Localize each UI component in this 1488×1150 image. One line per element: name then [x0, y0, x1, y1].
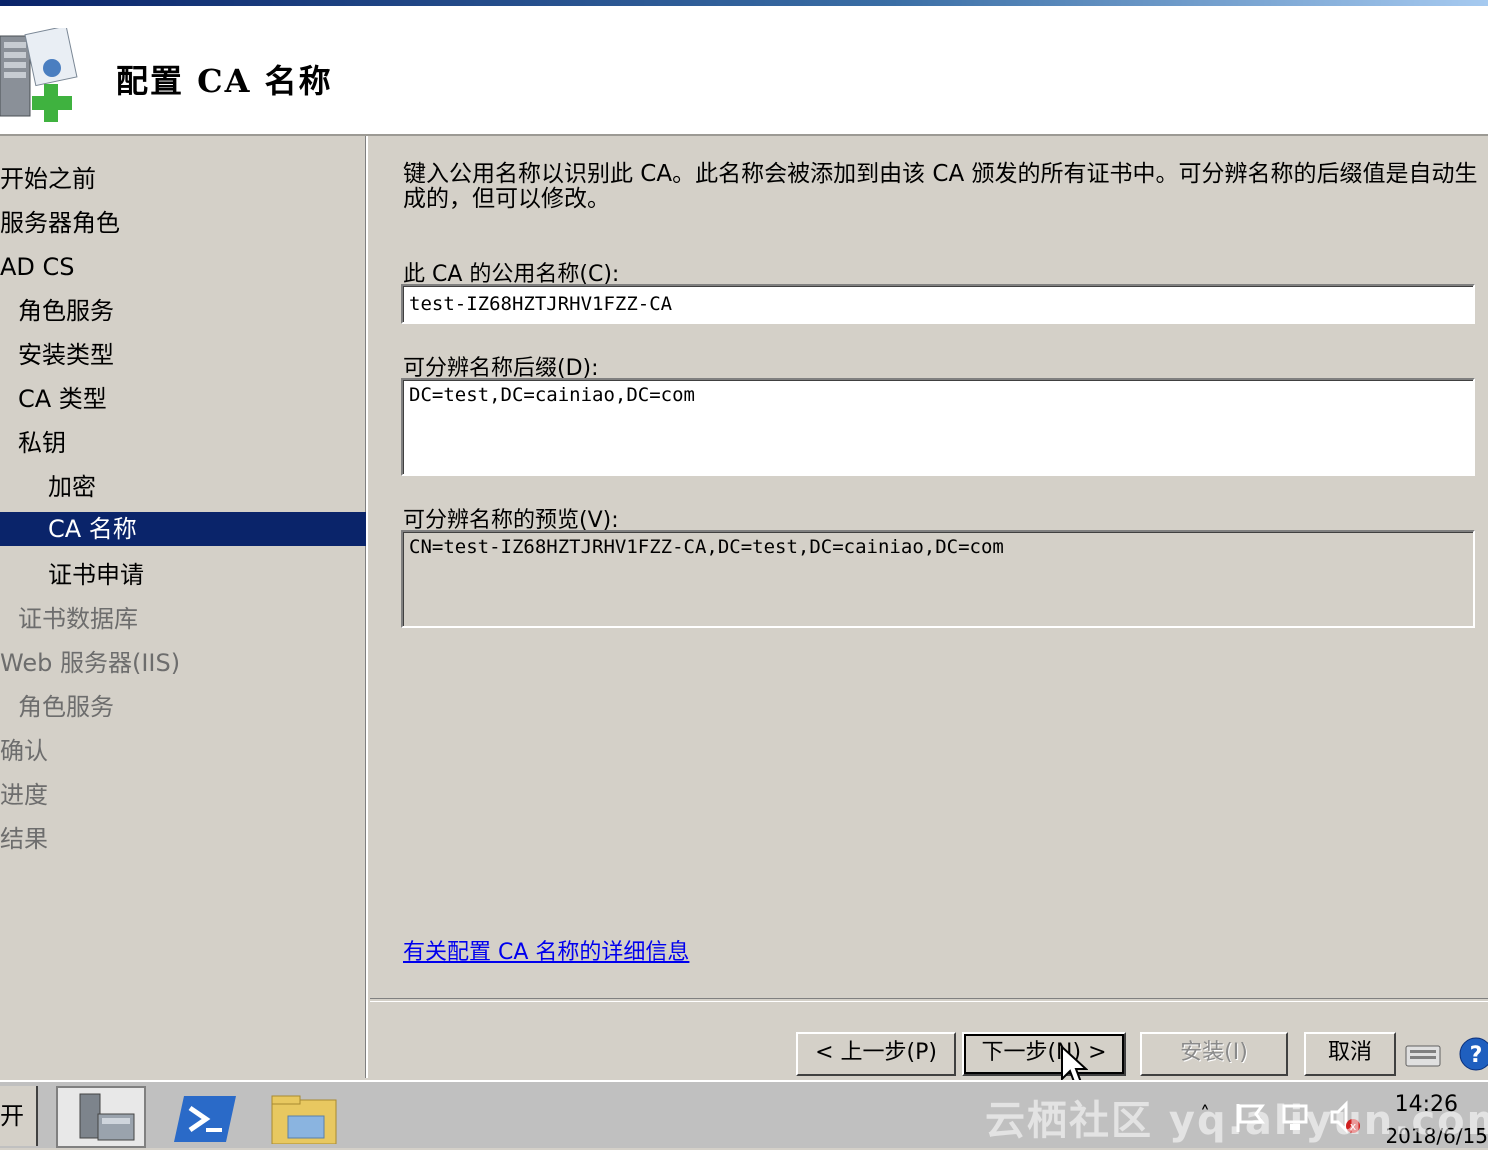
back-button[interactable]: < 上一步(P) [796, 1032, 956, 1076]
help-link-ca-name[interactable]: 有关配置 CA 名称的详细信息 [403, 934, 689, 966]
volume-muted-icon[interactable]: x [1328, 1100, 1362, 1134]
dn-preview-field: CN=test-IZ68HZTJRHV1FZZ-CA,DC=test,DC=ca… [401, 530, 1475, 628]
taskbar: 开始 ˄ x [0, 1080, 1488, 1148]
server-manager-icon [79, 1093, 135, 1141]
step-role-services[interactable]: 角色服务 [18, 294, 114, 328]
install-button: 安装(I) [1140, 1032, 1288, 1076]
network-icon[interactable] [1280, 1100, 1314, 1134]
description-text: 键入公用名称以识别此 CA。此名称会被添加到由该 CA 颁发的所有证书中。可分辨… [403, 161, 1478, 212]
keyboard-icon[interactable] [1404, 1038, 1442, 1070]
step-private-key[interactable]: 私钥 [18, 426, 66, 460]
dn-suffix-input[interactable]: DC=test,DC=cainiao,DC=com [401, 378, 1475, 476]
clock-time[interactable]: 14:26 [1395, 1092, 1458, 1117]
button-separator [370, 998, 1488, 1002]
step-confirmation: 确认 [0, 737, 48, 765]
step-before-you-begin[interactable]: 开始之前 [0, 162, 96, 196]
step-cryptography[interactable]: 加密 [48, 470, 96, 504]
step-ad-cs[interactable]: AD CS [0, 250, 75, 284]
svg-text:x: x [1350, 1120, 1357, 1133]
folder-icon [271, 1095, 337, 1145]
step-ca-type[interactable]: CA 类型 [18, 382, 107, 416]
system-tray: ˄ x 14:26 2018/6/15 [1196, 1082, 1488, 1148]
wizard-step-list: 开始之前 服务器角色 AD CS 角色服务 安装类型 CA 类型 私钥 加密 C… [0, 136, 368, 1078]
next-button[interactable]: 下一步(N) > [962, 1032, 1126, 1076]
start-button[interactable]: 开始 [0, 1086, 38, 1146]
step-web-server-iis: Web 服务器(IIS) [0, 649, 181, 677]
step-certificate-request[interactable]: 证书申请 [48, 558, 144, 592]
step-results: 结果 [0, 825, 48, 853]
clock-date[interactable]: 2018/6/15 [1385, 1124, 1488, 1148]
step-iis-role-services: 角色服务 [18, 693, 114, 721]
wizard-header: 配置 CA 名称 [0, 6, 1488, 136]
show-hidden-icons-icon[interactable]: ˄ [1200, 1102, 1210, 1126]
main-content: 键入公用名称以识别此 CA。此名称会被添加到由该 CA 颁发的所有证书中。可分辨… [370, 136, 1488, 998]
step-server-roles[interactable]: 服务器角色 [0, 206, 120, 240]
start-label: 开始 [0, 1102, 24, 1130]
page-title: 配置 CA 名称 [116, 62, 333, 100]
step-ca-name-label: CA 名称 [48, 515, 137, 543]
cancel-button[interactable]: 取消 [1304, 1032, 1396, 1076]
taskbar-server-manager[interactable] [56, 1086, 146, 1148]
taskbar-explorer[interactable] [262, 1086, 352, 1148]
server-add-icon [0, 28, 78, 122]
common-name-input[interactable] [401, 284, 1475, 324]
action-center-flag-icon[interactable] [1232, 1100, 1266, 1134]
step-certificate-database: 证书数据库 [18, 605, 138, 633]
help-icon[interactable]: ? [1458, 1036, 1488, 1072]
svg-text:?: ? [1470, 1043, 1483, 1068]
step-progress: 进度 [0, 781, 48, 809]
step-setup-type[interactable]: 安装类型 [18, 338, 114, 372]
powershell-icon [174, 1096, 236, 1142]
taskbar-powershell[interactable] [162, 1086, 252, 1148]
step-ca-name[interactable]: CA 名称 [0, 512, 366, 546]
